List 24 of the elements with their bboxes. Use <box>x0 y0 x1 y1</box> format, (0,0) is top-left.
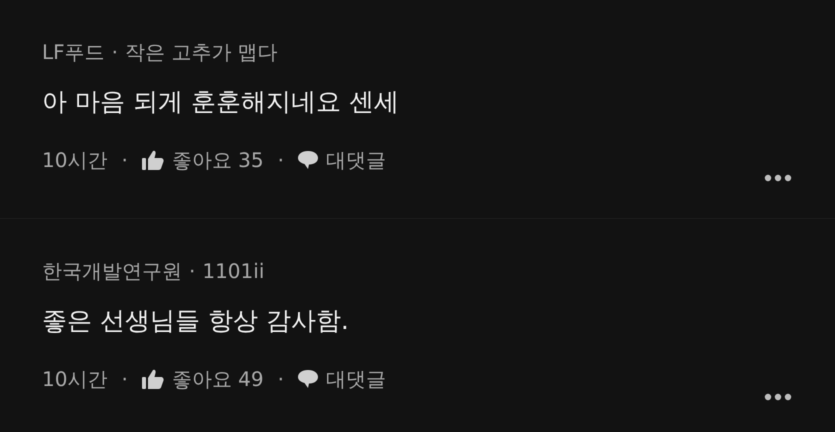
comment-time: 10시간 <box>42 146 108 174</box>
more-options-icon[interactable] <box>764 393 792 401</box>
speech-bubble-icon[interactable] <box>298 151 318 169</box>
reply-link[interactable]: 대댓글 <box>326 146 386 174</box>
author-name[interactable]: 한국개발연구원 <box>42 258 182 284</box>
comment-text: 좋은 선생님들 항상 감사함. <box>42 305 350 337</box>
thumbs-up-icon[interactable] <box>142 369 164 389</box>
separator-dot: · <box>112 40 118 64</box>
like-count[interactable]: 좋아요 35 <box>172 146 264 174</box>
reply-link[interactable]: 대댓글 <box>326 366 386 392</box>
separator-dot: · <box>278 367 284 391</box>
separator-dot: · <box>121 148 128 172</box>
thumbs-up-icon[interactable] <box>142 150 164 170</box>
more-options-icon[interactable] <box>764 174 792 182</box>
comment-time: 10시간 <box>42 366 108 392</box>
separator-dot: · <box>121 367 128 391</box>
separator-dot: · <box>278 148 284 172</box>
separator-dot: · <box>189 259 196 283</box>
user-handle[interactable]: 작은 고추가 맵다 <box>125 38 278 66</box>
author-name[interactable]: LF푸드 <box>42 38 105 66</box>
user-handle[interactable]: 1101ii <box>202 259 264 283</box>
speech-bubble-icon[interactable] <box>298 370 318 388</box>
comment-text: 아 마음 되게 훈훈해지네요 센세 <box>42 86 400 118</box>
like-count[interactable]: 좋아요 49 <box>172 366 264 392</box>
